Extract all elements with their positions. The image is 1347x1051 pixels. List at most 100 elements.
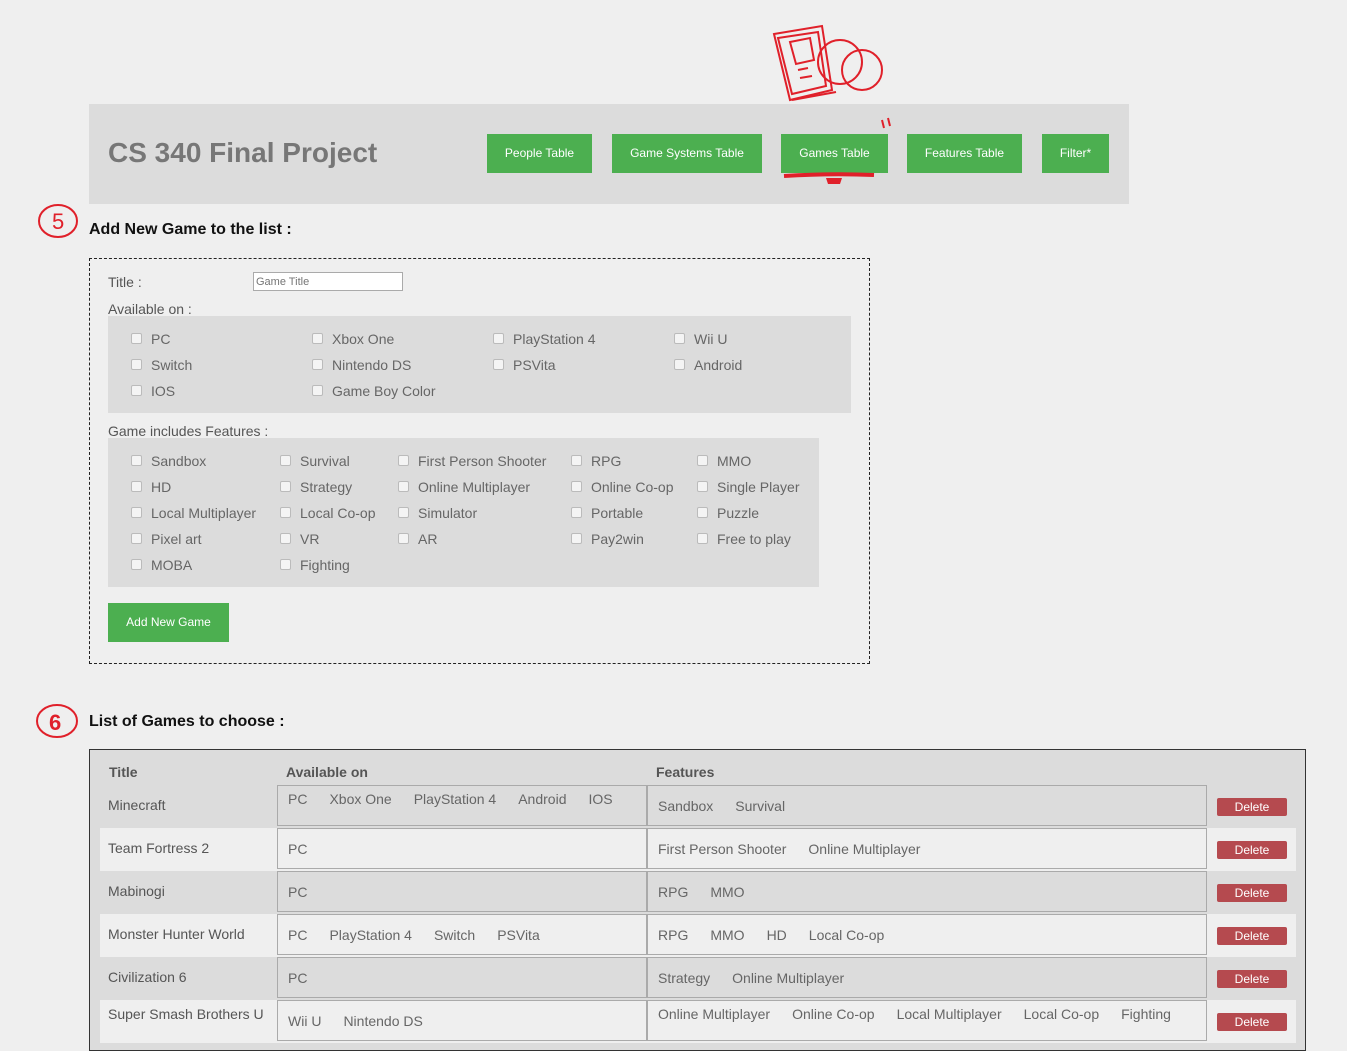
- system-checkbox-psvita[interactable]: PSVita: [493, 357, 556, 373]
- table-row: Mabinogi PC RPG MMO Delete: [100, 871, 1296, 914]
- feature-checkbox-single-player[interactable]: Single Player: [697, 479, 800, 495]
- checkbox-icon[interactable]: [697, 480, 708, 492]
- feature-checkbox-fighting[interactable]: Fighting: [280, 557, 350, 573]
- checkbox-icon[interactable]: [493, 332, 504, 344]
- checkbox-icon[interactable]: [571, 480, 582, 492]
- checkbox-icon[interactable]: [571, 506, 582, 518]
- feature-checkbox-local-co-op[interactable]: Local Co-op: [280, 505, 376, 521]
- column-header-available-on: Available on: [286, 764, 368, 780]
- features-panel: Sandbox Survival First Person Shooter RP…: [108, 438, 819, 587]
- feature-checkbox-online-multiplayer[interactable]: Online Multiplayer: [398, 479, 530, 495]
- delete-button[interactable]: Delete: [1217, 970, 1287, 988]
- nav-people-table-button[interactable]: People Table: [487, 134, 592, 173]
- system-checkbox-xbox-one[interactable]: Xbox One: [312, 331, 394, 347]
- checkbox-icon[interactable]: [312, 332, 323, 344]
- system-checkbox-game-boy-color[interactable]: Game Boy Color: [312, 383, 435, 399]
- checkbox-icon[interactable]: [312, 358, 323, 370]
- checkbox-icon[interactable]: [571, 454, 582, 466]
- feature-checkbox-hd[interactable]: HD: [131, 479, 171, 495]
- checkbox-icon[interactable]: [131, 506, 142, 518]
- features-label: Game includes Features :: [108, 423, 269, 439]
- games-table: Title Available on Features Minecraft PC…: [89, 749, 1306, 1051]
- checkbox-icon[interactable]: [131, 454, 142, 466]
- delete-button[interactable]: Delete: [1217, 841, 1287, 859]
- annotation-circle-five: 5: [38, 204, 78, 238]
- checkbox-icon[interactable]: [131, 480, 142, 492]
- checkbox-icon[interactable]: [571, 532, 582, 544]
- checkbox-icon[interactable]: [280, 532, 291, 544]
- checkbox-icon[interactable]: [674, 358, 685, 370]
- delete-button[interactable]: Delete: [1217, 927, 1287, 945]
- feature-checkbox-online-co-op[interactable]: Online Co-op: [571, 479, 674, 495]
- feature-checkbox-vr[interactable]: VR: [280, 531, 319, 547]
- feature-checkbox-pay2win[interactable]: Pay2win: [571, 531, 644, 547]
- checkbox-icon[interactable]: [131, 558, 142, 570]
- game-list-heading: List of Games to choose :: [89, 713, 285, 730]
- checkbox-icon[interactable]: [280, 480, 291, 492]
- checkbox-icon[interactable]: [697, 454, 708, 466]
- feature-checkbox-ar[interactable]: AR: [398, 531, 437, 547]
- feature-checkbox-moba[interactable]: MOBA: [131, 557, 192, 573]
- emphasis-marks-icon: [881, 117, 891, 129]
- checkbox-icon[interactable]: [697, 506, 708, 518]
- game-title-cell: Minecraft: [108, 797, 166, 813]
- checkbox-icon[interactable]: [280, 506, 291, 518]
- feature-checkbox-rpg[interactable]: RPG: [571, 453, 621, 469]
- checkbox-icon[interactable]: [398, 454, 409, 466]
- add-game-heading: Add New Game to the list :: [89, 221, 292, 238]
- checkbox-icon[interactable]: [131, 332, 142, 344]
- delete-button[interactable]: Delete: [1217, 1013, 1287, 1031]
- column-header-features: Features: [656, 764, 715, 780]
- checkbox-icon[interactable]: [674, 332, 685, 344]
- feature-checkbox-pixel-art[interactable]: Pixel art: [131, 531, 202, 547]
- feature-checkbox-puzzle[interactable]: Puzzle: [697, 505, 759, 521]
- add-game-form: Title : Available on : PC Xbox One PlayS…: [89, 258, 870, 664]
- nav-game-systems-table-button[interactable]: Game Systems Table: [612, 134, 762, 173]
- feature-checkbox-portable[interactable]: Portable: [571, 505, 643, 521]
- page-title: CS 340 Final Project: [108, 137, 378, 168]
- nav-games-table-button[interactable]: Games Table: [781, 134, 888, 173]
- checkbox-icon[interactable]: [398, 480, 409, 492]
- available-on-cell: PC: [277, 828, 647, 869]
- feature-checkbox-local-multiplayer[interactable]: Local Multiplayer: [131, 505, 256, 521]
- game-title-input[interactable]: [253, 272, 403, 291]
- system-checkbox-playstation-4[interactable]: PlayStation 4: [493, 331, 596, 347]
- feature-checkbox-sandbox[interactable]: Sandbox: [131, 453, 206, 469]
- game-title-cell: Super Smash Brothers U: [108, 1006, 264, 1022]
- checkbox-icon[interactable]: [131, 358, 142, 370]
- system-checkbox-android[interactable]: Android: [674, 357, 742, 373]
- header-bar: CS 340 Final Project People Table Game S…: [89, 104, 1129, 204]
- table-row: Team Fortress 2 PC First Person Shooter O…: [100, 828, 1296, 871]
- table-row: Monster Hunter World PC PlayStation 4 Swit…: [100, 914, 1296, 957]
- svg-text:5: 5: [52, 209, 64, 234]
- table-row: Minecraft PC Xbox One PlayStation 4 Android…: [100, 785, 1296, 828]
- system-checkbox-nintendo-ds[interactable]: Nintendo DS: [312, 357, 411, 373]
- nav-filter-button[interactable]: Filter*: [1042, 134, 1109, 173]
- nav-features-table-button[interactable]: Features Table: [907, 134, 1022, 173]
- system-checkbox-switch[interactable]: Switch: [131, 357, 192, 373]
- game-title-cell: Team Fortress 2: [108, 840, 210, 856]
- delete-button[interactable]: Delete: [1217, 884, 1287, 902]
- feature-checkbox-first-person-shooter[interactable]: First Person Shooter: [398, 453, 546, 469]
- system-checkbox-pc[interactable]: PC: [131, 331, 170, 347]
- feature-checkbox-strategy[interactable]: Strategy: [280, 479, 352, 495]
- available-on-cell: PC PlayStation 4 Switch PSVita: [277, 914, 647, 955]
- add-new-game-button[interactable]: Add New Game: [108, 603, 229, 642]
- checkbox-icon[interactable]: [131, 532, 142, 544]
- checkbox-icon[interactable]: [280, 558, 291, 570]
- checkbox-icon[interactable]: [493, 358, 504, 370]
- feature-checkbox-simulator[interactable]: Simulator: [398, 505, 477, 521]
- checkbox-icon[interactable]: [131, 384, 142, 396]
- system-checkbox-wii-u[interactable]: Wii U: [674, 331, 727, 347]
- checkbox-icon[interactable]: [280, 454, 291, 466]
- available-on-label: Available on :: [108, 301, 192, 317]
- feature-checkbox-mmo[interactable]: MMO: [697, 453, 751, 469]
- system-checkbox-ios[interactable]: IOS: [131, 383, 175, 399]
- feature-checkbox-free-to-play[interactable]: Free to play: [697, 531, 791, 547]
- feature-checkbox-survival[interactable]: Survival: [280, 453, 350, 469]
- delete-button[interactable]: Delete: [1217, 798, 1287, 816]
- checkbox-icon[interactable]: [398, 532, 409, 544]
- checkbox-icon[interactable]: [312, 384, 323, 396]
- checkbox-icon[interactable]: [398, 506, 409, 518]
- checkbox-icon[interactable]: [697, 532, 708, 544]
